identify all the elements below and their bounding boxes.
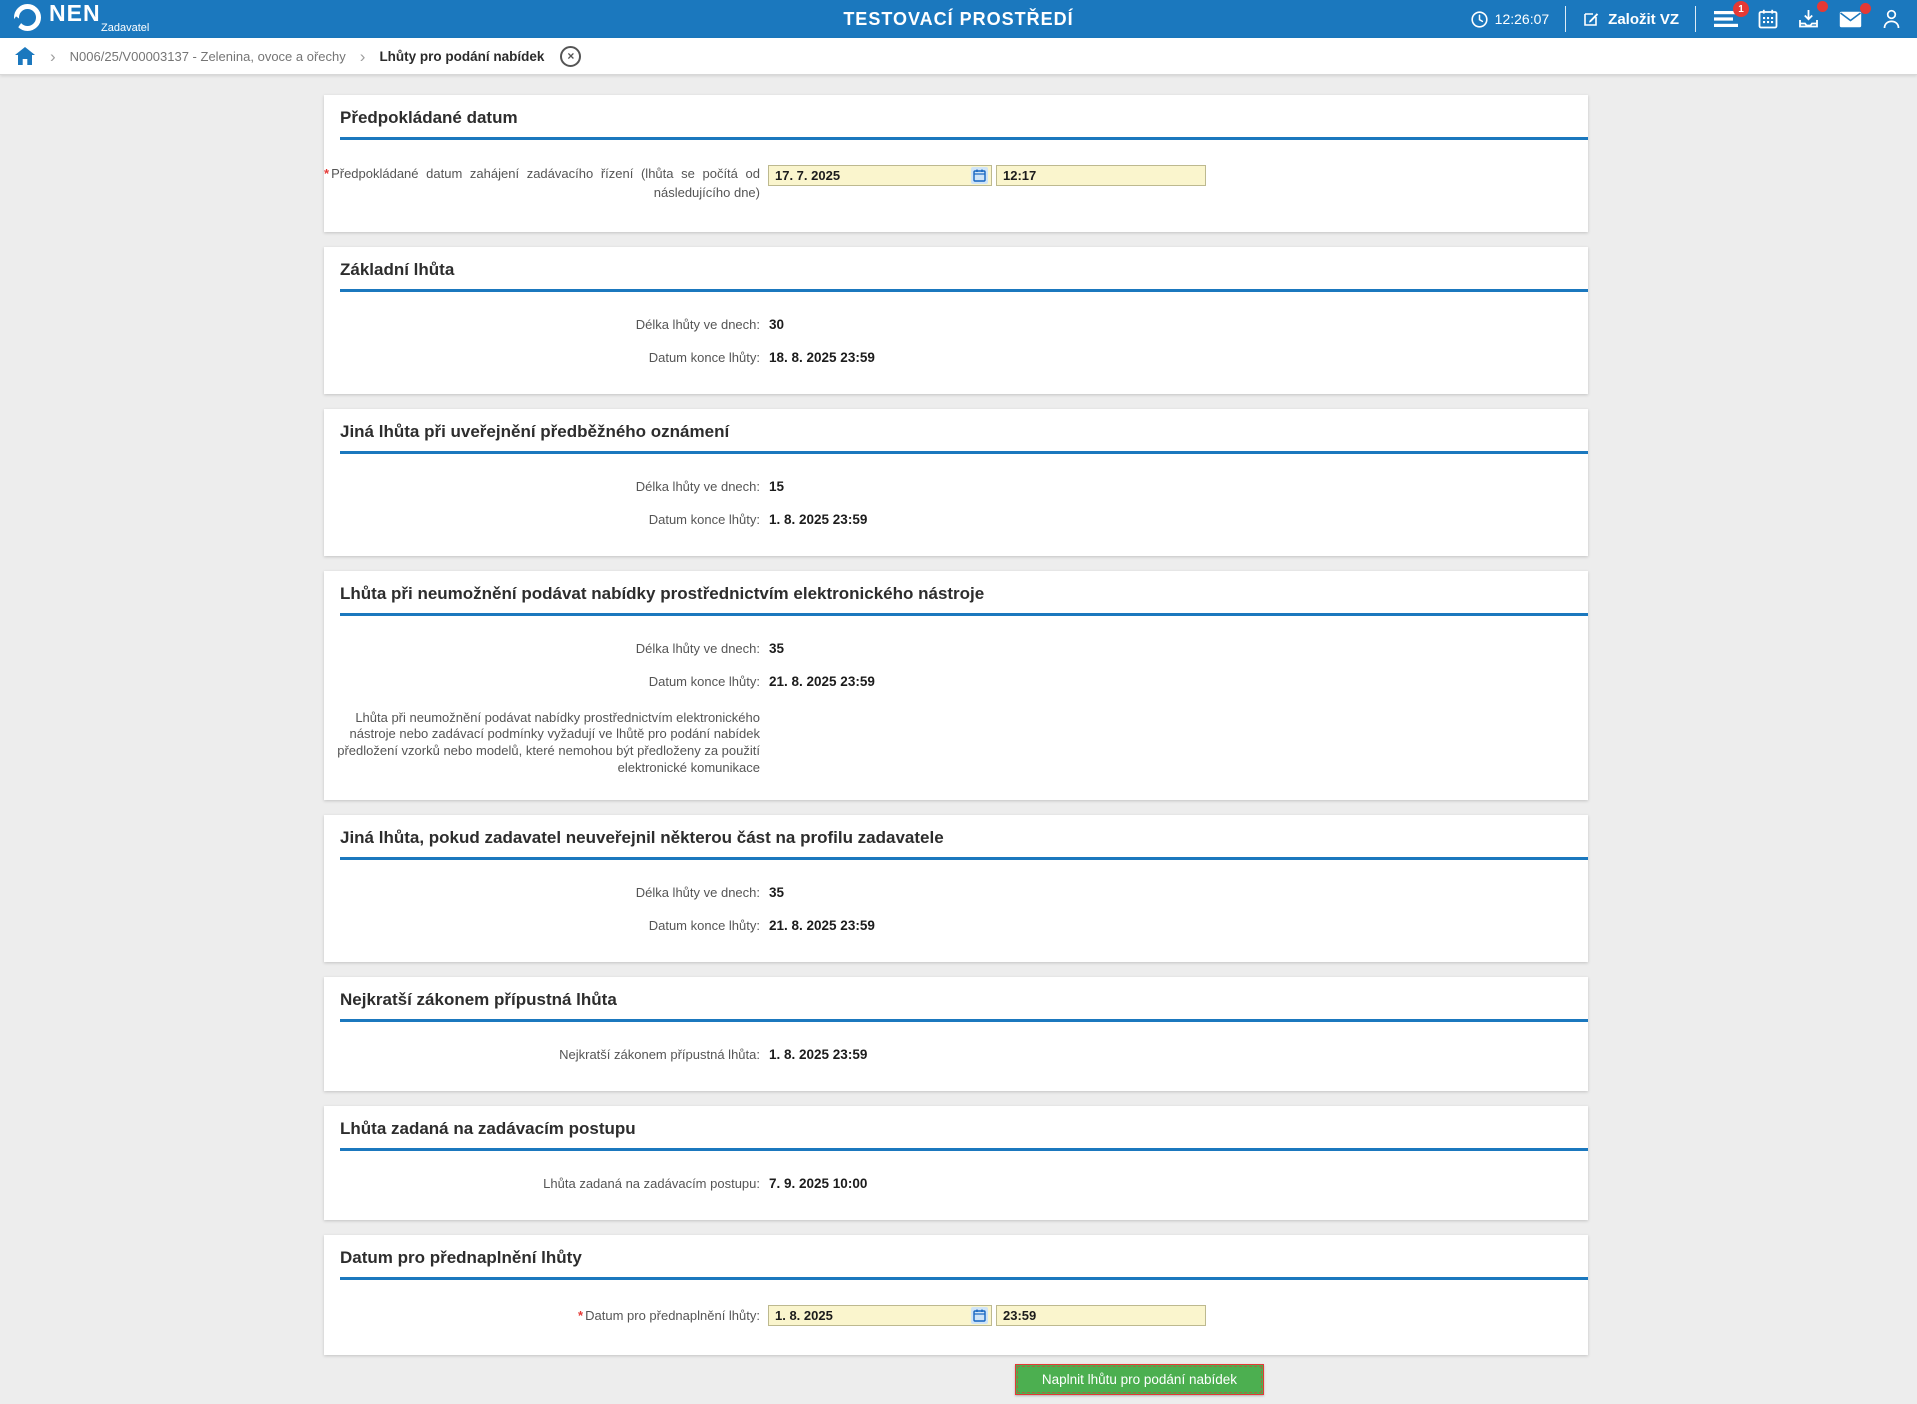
section-title: Jiná lhůta, pokud zadavatel neuveřejnil … [340,828,944,848]
fill-deadline-button[interactable]: Naplnit lhůtu pro podání nabídek [1014,1364,1264,1396]
start-date-input[interactable] [768,165,992,186]
footer-actions: Naplnit lhůtu pro podání nabídek [0,1355,1264,1404]
field-value: 15 [769,478,785,494]
section-lhuta-neumozneni-elektronicky-nastroj: Lhůta při neumožnění podávat nabídky pro… [324,570,1588,801]
section-lhuta-zadana-na-postupu: Lhůta zadaná na zadávacím postupu Lhůta … [324,1106,1588,1221]
field-label: Datum konce lhůty: [648,918,760,934]
create-vz-button[interactable]: Založit VZ [1582,10,1679,28]
calendar-picker-icon[interactable] [971,167,988,184]
logo-title: NEN [49,0,101,26]
breadcrumb-separator: › [50,46,56,66]
field-label: * Předpokládané datum zahájení zadávacího… [324,166,760,200]
breadcrumb-item-procurement[interactable]: N006/25/V00003137 - Zelenina, ovoce a oř… [70,49,346,64]
tasks-menu-button[interactable]: 1 [1712,1,1749,30]
envelope-icon [1839,11,1862,28]
field-value: 18. 8. 2025 23:59 [769,349,875,365]
required-marker: * [578,1308,584,1324]
field-row: Délka lhůty ve dnech: 35 [324,632,1588,665]
field-row: Datum konce lhůty: 1. 8. 2025 23:59 [324,503,1588,536]
session-clock: 12:26:07 [1471,10,1550,28]
field-value: 35 [769,885,785,901]
field-value: 7. 9. 2025 10:00 [769,1176,868,1192]
download-tray-icon [1798,9,1819,29]
field-label: Délka lhůty ve dnech: [635,316,760,332]
person-icon [1882,9,1901,29]
header-separator [1565,6,1567,32]
close-tab-icon[interactable]: × [560,45,582,67]
logo-subtitle: Zadavatel [101,22,150,34]
field-value: 35 [769,640,785,656]
section-jina-lhuta-profil-zadavatele: Jiná lhůta, pokud zadavatel neuveřejnil … [324,815,1588,963]
section-datum-prednaplneni: Datum pro přednaplnění lhůty * Datum pro … [324,1235,1588,1356]
inbox-download-button[interactable] [1796,1,1828,31]
field-value: 21. 8. 2025 23:59 [769,918,875,934]
section-title: Předpokládané datum [340,108,518,127]
required-marker: * [324,166,330,181]
user-profile-button[interactable] [1880,7,1903,31]
prefill-time-input[interactable] [996,1305,1206,1327]
field-value: 21. 8. 2025 23:59 [769,673,875,689]
section-title: Lhůta při neumožnění podávat nabídky pro… [340,583,985,603]
field-label: Nejkratší zákonem přípustná lhůta: [559,1047,760,1063]
section-predpokladane-datum: Předpokládané datum * Předpokládané datum… [324,95,1588,232]
field-label: Délka lhůty ve dnech: [635,885,760,901]
field-row: Nejkratší zákonem přípustná lhůta: 1. 8.… [324,1038,1588,1071]
calendar-button[interactable] [1756,7,1780,31]
field-row: Lhůta zadaná na zadávacím postupu: 7. 9.… [324,1167,1588,1200]
field-value: 30 [769,316,785,332]
field-label: Délka lhůty ve dnech: [635,640,760,656]
messages-notification-dot [1860,2,1871,14]
section-zakladni-lhuta: Základní lhůta Délka lhůty ve dnech: 30 … [324,246,1588,394]
field-label: * Datum pro přednaplnění lhůty: [578,1308,760,1324]
field-label: Délka lhůty ve dnech: [635,478,760,494]
field-row: Délka lhůty ve dnech: 15 [324,470,1588,503]
field-row: Datum konce lhůty: 21. 8. 2025 23:59 [324,665,1588,698]
messages-button[interactable] [1837,2,1871,30]
breadcrumb: › N006/25/V00003137 - Zelenina, ovoce a … [0,38,1917,75]
calendar-picker-icon[interactable] [971,1307,988,1325]
field-label: Datum konce lhůty: [648,511,760,527]
field-value: 1. 8. 2025 23:59 [769,511,868,527]
breadcrumb-separator: › [359,46,366,66]
section-title: Lhůta zadaná na zadávacím postupu [340,1119,636,1139]
main-content: Předpokládané datum * Předpokládané datum… [0,75,1917,1356]
field-label: Datum konce lhůty: [648,673,760,689]
section-title: Datum pro přednaplnění lhůty [340,1248,582,1268]
clock-time: 12:26:07 [1494,11,1550,27]
app-header: NEN Zadavatel TESTOVACÍ PROSTŘEDÍ 12:26:… [0,0,1917,38]
field-row: Délka lhůty ve dnech: 30 [324,308,1588,341]
inbox-notification-dot [1817,1,1828,12]
field-label: Lhůta zadaná na zadávacím postupu: [543,1176,760,1192]
section-title: Základní lhůta [340,259,455,279]
tasks-badge: 1 [1733,1,1749,17]
field-row: Délka lhůty ve dnech: 35 [324,876,1588,909]
clock-icon [1471,10,1488,28]
section-title: Nejkratší zákonem přípustná lhůta [340,990,617,1010]
section-nejkratsi-zakonem-pripustna: Nejkratší zákonem přípustná lhůta Nejkra… [324,977,1588,1092]
field-row: Datum konce lhůty: 18. 8. 2025 23:59 [324,341,1588,374]
section-title: Jiná lhůta při uveřejnění předběžného oz… [340,421,730,441]
calendar-icon [1758,9,1778,29]
field-value: 1. 8. 2025 23:59 [769,1047,868,1063]
home-icon[interactable] [14,46,36,66]
create-vz-label: Založit VZ [1608,10,1679,28]
breadcrumb-item-current: Lhůty pro podání nabídek [379,48,545,64]
field-row: Datum konce lhůty: 21. 8. 2025 23:59 [324,909,1588,942]
header-separator [1695,6,1696,32]
start-time-input[interactable] [996,165,1206,186]
edit-icon [1582,10,1600,28]
section-note: Lhůta při neumožnění podávat nabídky pro… [337,709,760,775]
prefill-date-input[interactable] [768,1305,992,1327]
nen-logo-icon [14,4,41,31]
nen-logo[interactable]: NEN Zadavatel [14,0,149,36]
section-jina-lhuta-predbezne-oznameni: Jiná lhůta při uveřejnění předběžného oz… [324,408,1588,556]
field-label: Datum konce lhůty: [648,349,760,365]
